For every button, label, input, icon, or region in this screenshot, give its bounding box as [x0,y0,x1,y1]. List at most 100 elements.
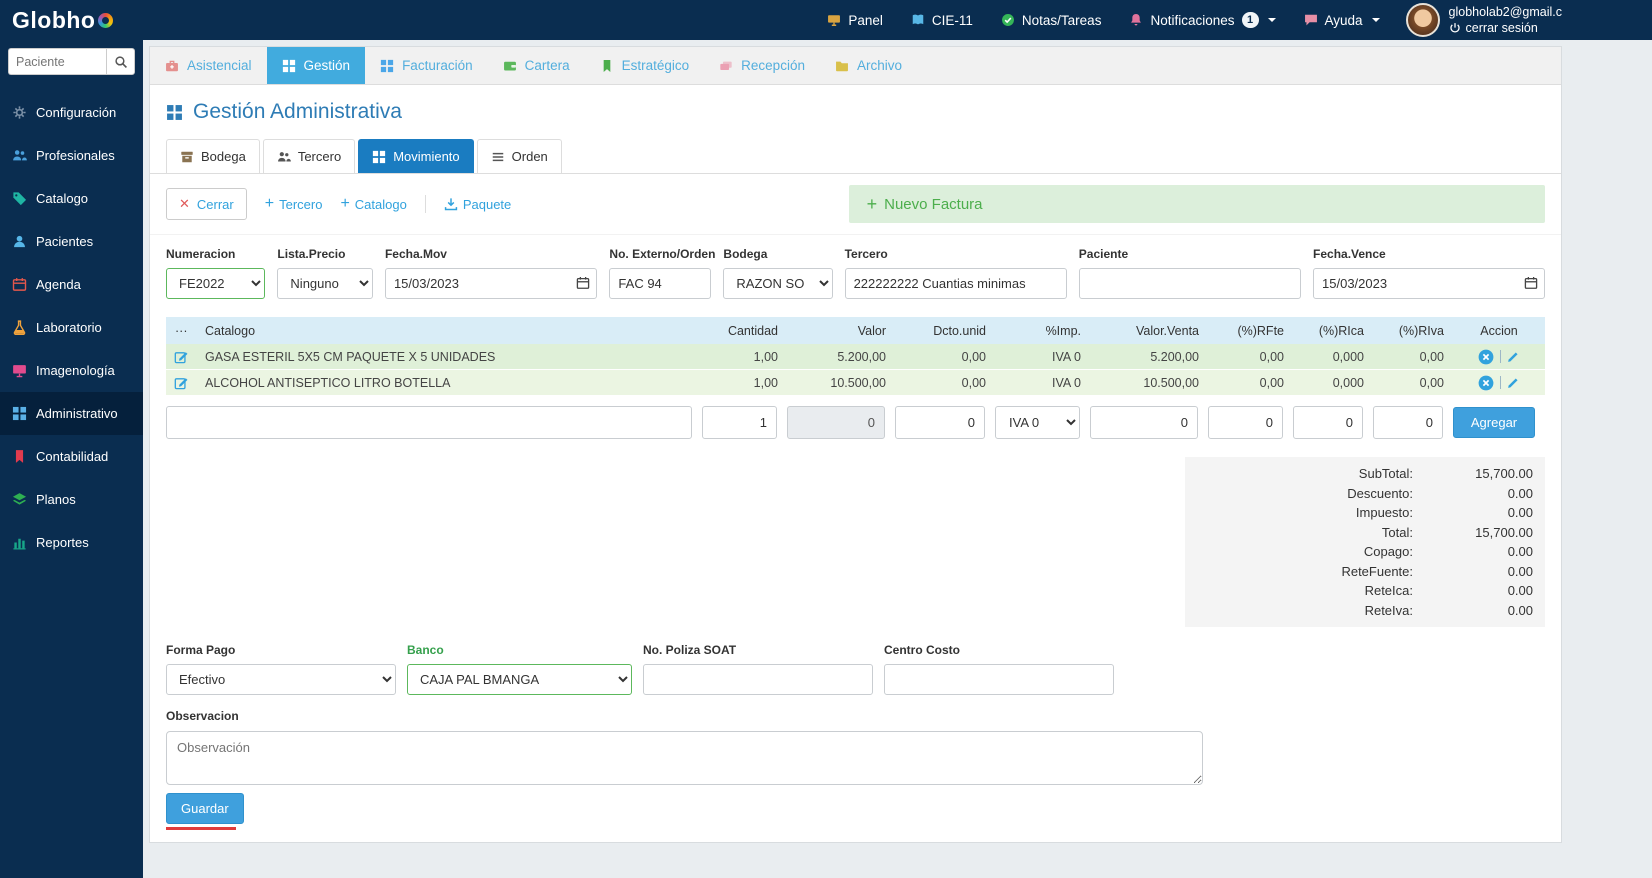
sidebar-item-planos[interactable]: Planos [0,478,143,521]
sidebar-item-imagenologia[interactable]: Imagenología [0,349,143,392]
nav-notas-tareas[interactable]: Notas/Tareas [1001,13,1101,28]
tab-estrategico[interactable]: Estratégico [585,47,705,84]
paquete-button[interactable]: Paquete [444,197,511,212]
add-tercero-button[interactable]: + Tercero [265,196,323,212]
edit-row-icon[interactable] [1507,350,1520,363]
poliza-soat-input[interactable] [643,664,873,695]
subtab-movimiento[interactable]: Movimiento [358,139,474,173]
centro-costo-input[interactable] [884,664,1114,695]
paciente-input[interactable] [1078,268,1302,299]
sidebar-item-pacientes[interactable]: Pacientes [0,220,143,263]
observacion-textarea[interactable] [166,731,1203,785]
logout-button[interactable]: cerrar sesión [1449,20,1562,36]
search-icon [114,55,128,69]
new-rica-input[interactable] [1293,406,1363,439]
sidebar-item-laboratorio[interactable]: Laboratorio [0,306,143,349]
cell-imp: IVA 0 [1052,349,1081,364]
cell-dcto: 0,00 [961,349,986,364]
cards-icon [719,59,733,73]
tab-archivo[interactable]: Archivo [820,47,917,84]
sidebar-item-configuracion[interactable]: Configuración [0,91,143,134]
gear-icon [12,105,27,120]
chat-icon [1304,13,1318,27]
banco-select[interactable]: CAJA PAL BMANGA [407,664,632,695]
nav-ayuda[interactable]: Ayuda [1304,13,1380,28]
guardar-button[interactable]: Guardar [166,793,244,824]
avatar[interactable] [1405,3,1440,37]
nav-notificaciones[interactable]: Notificaciones 1 [1129,12,1276,28]
pencil-square-icon [174,376,188,390]
user-area: globholab2@gmail.c cerrar sesión [1405,3,1562,37]
subtab-orden[interactable]: Orden [476,139,562,173]
cell-valor: 10.500,00 [830,375,886,390]
totals-row-reteiva: ReteIva: 0.00 [1364,602,1533,618]
calendar-icon[interactable] [576,276,590,290]
tab-asistencial[interactable]: Asistencial [150,47,267,84]
tab-recepcion[interactable]: Recepción [704,47,820,84]
new-rfte-input[interactable] [1208,406,1283,439]
sidebar-item-administrativo[interactable]: Administrativo [0,392,143,435]
fecha-mov-input[interactable] [384,268,598,299]
tab-cartera[interactable]: Cartera [488,47,585,84]
row-edit-checkbox[interactable] [166,350,196,364]
row-edit-checkbox[interactable] [166,376,196,390]
top-navigation: Panel CIE-11 Notas/Tareas Notificaciones… [827,12,1380,28]
delete-row-icon[interactable] [1478,375,1494,391]
sidebar-item-catalogo[interactable]: Catalogo [0,177,143,220]
edit-row-icon[interactable] [1507,376,1520,389]
plus-icon: + [340,195,350,212]
tercero-input[interactable] [844,268,1067,299]
fecha-vence-input[interactable] [1313,268,1545,299]
no-externo-input[interactable] [609,268,712,299]
bodega-select[interactable]: RAZON SO [723,268,833,299]
logo-swirl-icon [98,12,114,28]
cell-imp: IVA 0 [1052,375,1081,390]
numeracion-select[interactable]: FE2022 [166,268,266,299]
header-menu[interactable]: ··· [166,324,196,338]
delete-row-icon[interactable] [1478,349,1494,365]
table-row: ALCOHOL ANTISEPTICO LITRO BOTELLA 1,00 1… [166,370,1545,396]
lista-precio-select[interactable]: Ninguno [277,268,373,299]
add-catalogo-button[interactable]: + Catalogo [340,196,406,212]
invoice-header-form: Numeracion FE2022 Lista.Precio Ninguno F… [150,235,1561,315]
app-logo[interactable]: Globho [12,7,114,34]
folder-icon [835,59,849,73]
patient-search-input[interactable] [8,48,106,75]
nav-panel[interactable]: Panel [827,13,883,28]
search-button[interactable] [106,48,135,75]
new-dcto-input[interactable] [895,406,985,439]
totals-row-subtotal: SubTotal: 15,700.00 [1358,466,1533,481]
nuevo-factura-button[interactable]: + Nuevo Factura [848,185,1545,223]
sidebar-item-profesionales[interactable]: Profesionales [0,134,143,177]
cell-valor-venta: 5.200,00 [1150,349,1199,364]
cell-valor-venta: 10.500,00 [1143,375,1199,390]
sidebar-item-reportes[interactable]: Reportes [0,521,143,564]
forma-pago-select[interactable]: Efectivo [166,664,396,695]
subtab-tercero[interactable]: Tercero [262,139,356,173]
subtabs: Bodega Tercero Movimiento Orden [150,135,1561,174]
tercero-label: Tercero [844,247,888,261]
new-catalogo-input[interactable] [166,406,692,439]
nav-cie11[interactable]: CIE-11 [911,13,973,28]
new-imp-select[interactable]: IVA 0 [995,406,1080,439]
sidebar-item-contabilidad[interactable]: Contabilidad [0,435,143,478]
new-riva-input[interactable] [1373,406,1443,439]
totals-row-descuento: Descuento: 0.00 [1347,485,1533,501]
cell-cantidad: 1,00 [753,375,778,390]
table-row: GASA ESTERIL 5X5 CM PAQUETE X 5 UNIDADES… [166,344,1545,370]
tab-facturacion[interactable]: Facturación [365,47,488,84]
subtab-bodega[interactable]: Bodega [166,139,260,173]
header-riva: (%)RIva [1398,323,1444,338]
sidebar-item-agenda[interactable]: Agenda [0,263,143,306]
book-icon [911,13,925,27]
totals-row-reteica: ReteIca: 0.00 [1364,583,1533,598]
new-cantidad-input[interactable] [702,406,777,439]
cerrar-button[interactable]: ✕ Cerrar [166,188,247,220]
topbar: Globho Panel CIE-11 Notas/Tareas Notific… [0,0,1652,40]
new-valor-venta-input[interactable] [1090,406,1198,439]
forma-pago-label: Forma Pago [166,643,236,657]
cell-catalogo: GASA ESTERIL 5X5 CM PAQUETE X 5 UNIDADES [205,349,496,364]
calendar-icon[interactable] [1524,276,1538,290]
tab-gestion[interactable]: Gestión [266,47,366,84]
agregar-button[interactable]: Agregar [1453,407,1535,438]
